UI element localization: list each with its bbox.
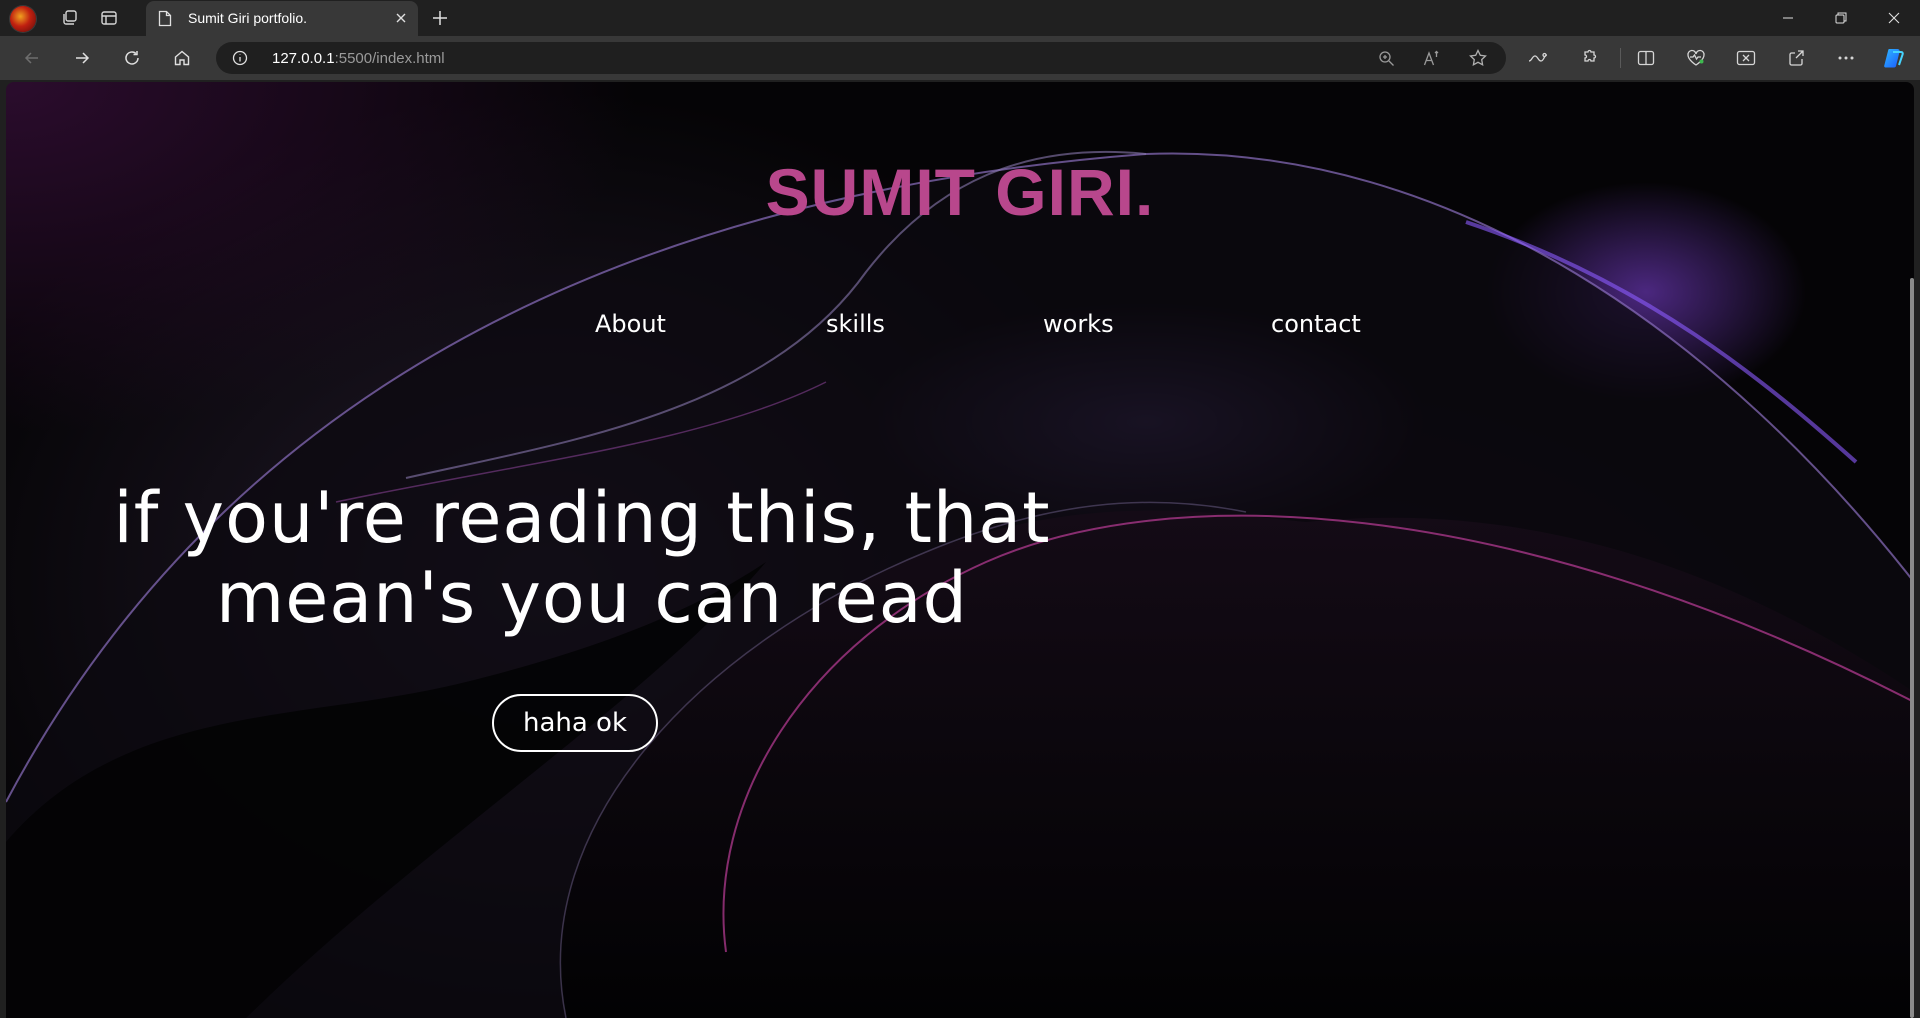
read-aloud-icon[interactable]	[1420, 46, 1444, 70]
scrollbar[interactable]	[1910, 278, 1914, 1018]
url-host: 127.0.0.1	[272, 50, 335, 67]
tab-title: Sumit Giri portfolio.	[188, 10, 308, 26]
close-window-icon[interactable]	[1871, 0, 1917, 36]
nav-about[interactable]: About	[595, 310, 666, 338]
minimize-icon[interactable]	[1765, 0, 1811, 36]
performance-icon[interactable]	[1524, 44, 1552, 72]
url-text[interactable]: 127.0.0.1:5500/index.html	[272, 50, 445, 67]
zoom-icon[interactable]	[1374, 46, 1398, 70]
profile-avatar[interactable]	[10, 6, 36, 32]
browser-tab[interactable]: Sumit Giri portfolio.	[146, 1, 418, 36]
forward-icon[interactable]	[68, 44, 96, 72]
page-viewport: SUMIT GIRI. About skills works contact i…	[6, 82, 1914, 1018]
url-path: :5500/index.html	[334, 50, 445, 67]
haha-ok-button[interactable]: haha ok	[492, 694, 658, 752]
restore-icon[interactable]	[1818, 0, 1864, 36]
favorite-star-icon[interactable]	[1466, 46, 1490, 70]
toolbar-separator	[1620, 48, 1621, 68]
hero-line-1: if you're reading this, that	[113, 477, 1051, 559]
share-icon[interactable]	[1782, 44, 1810, 72]
browser-essentials-icon[interactable]	[1682, 44, 1710, 72]
plus-icon[interactable]	[428, 6, 452, 30]
nav-skills[interactable]: skills	[826, 310, 885, 338]
screenshot-icon[interactable]	[1732, 44, 1760, 72]
copilot-icon[interactable]	[1880, 44, 1908, 72]
split-screen-icon[interactable]	[1632, 44, 1660, 72]
title-bar: Sumit Giri portfolio.	[0, 0, 1920, 36]
hero-heading: if you're reading this, that mean's you …	[102, 478, 1082, 638]
close-icon[interactable]	[392, 9, 410, 27]
workspaces-icon[interactable]	[56, 6, 84, 30]
nav-works[interactable]: works	[1043, 310, 1114, 338]
vertical-tabs-icon[interactable]	[95, 6, 123, 30]
info-icon[interactable]	[232, 50, 248, 66]
site-logo[interactable]: SUMIT GIRI.	[6, 154, 1914, 230]
document-icon	[158, 10, 172, 27]
more-icon[interactable]	[1832, 44, 1860, 72]
back-icon[interactable]	[18, 44, 46, 72]
refresh-icon[interactable]	[118, 44, 146, 72]
address-bar[interactable]: 127.0.0.1:5500/index.html	[216, 42, 1506, 74]
home-icon[interactable]	[168, 44, 196, 72]
hero-line-2: mean's you can read	[216, 557, 968, 639]
extensions-icon[interactable]	[1574, 44, 1602, 72]
browser-toolbar: 127.0.0.1:5500/index.html	[0, 36, 1920, 80]
nav-contact[interactable]: contact	[1271, 310, 1361, 338]
